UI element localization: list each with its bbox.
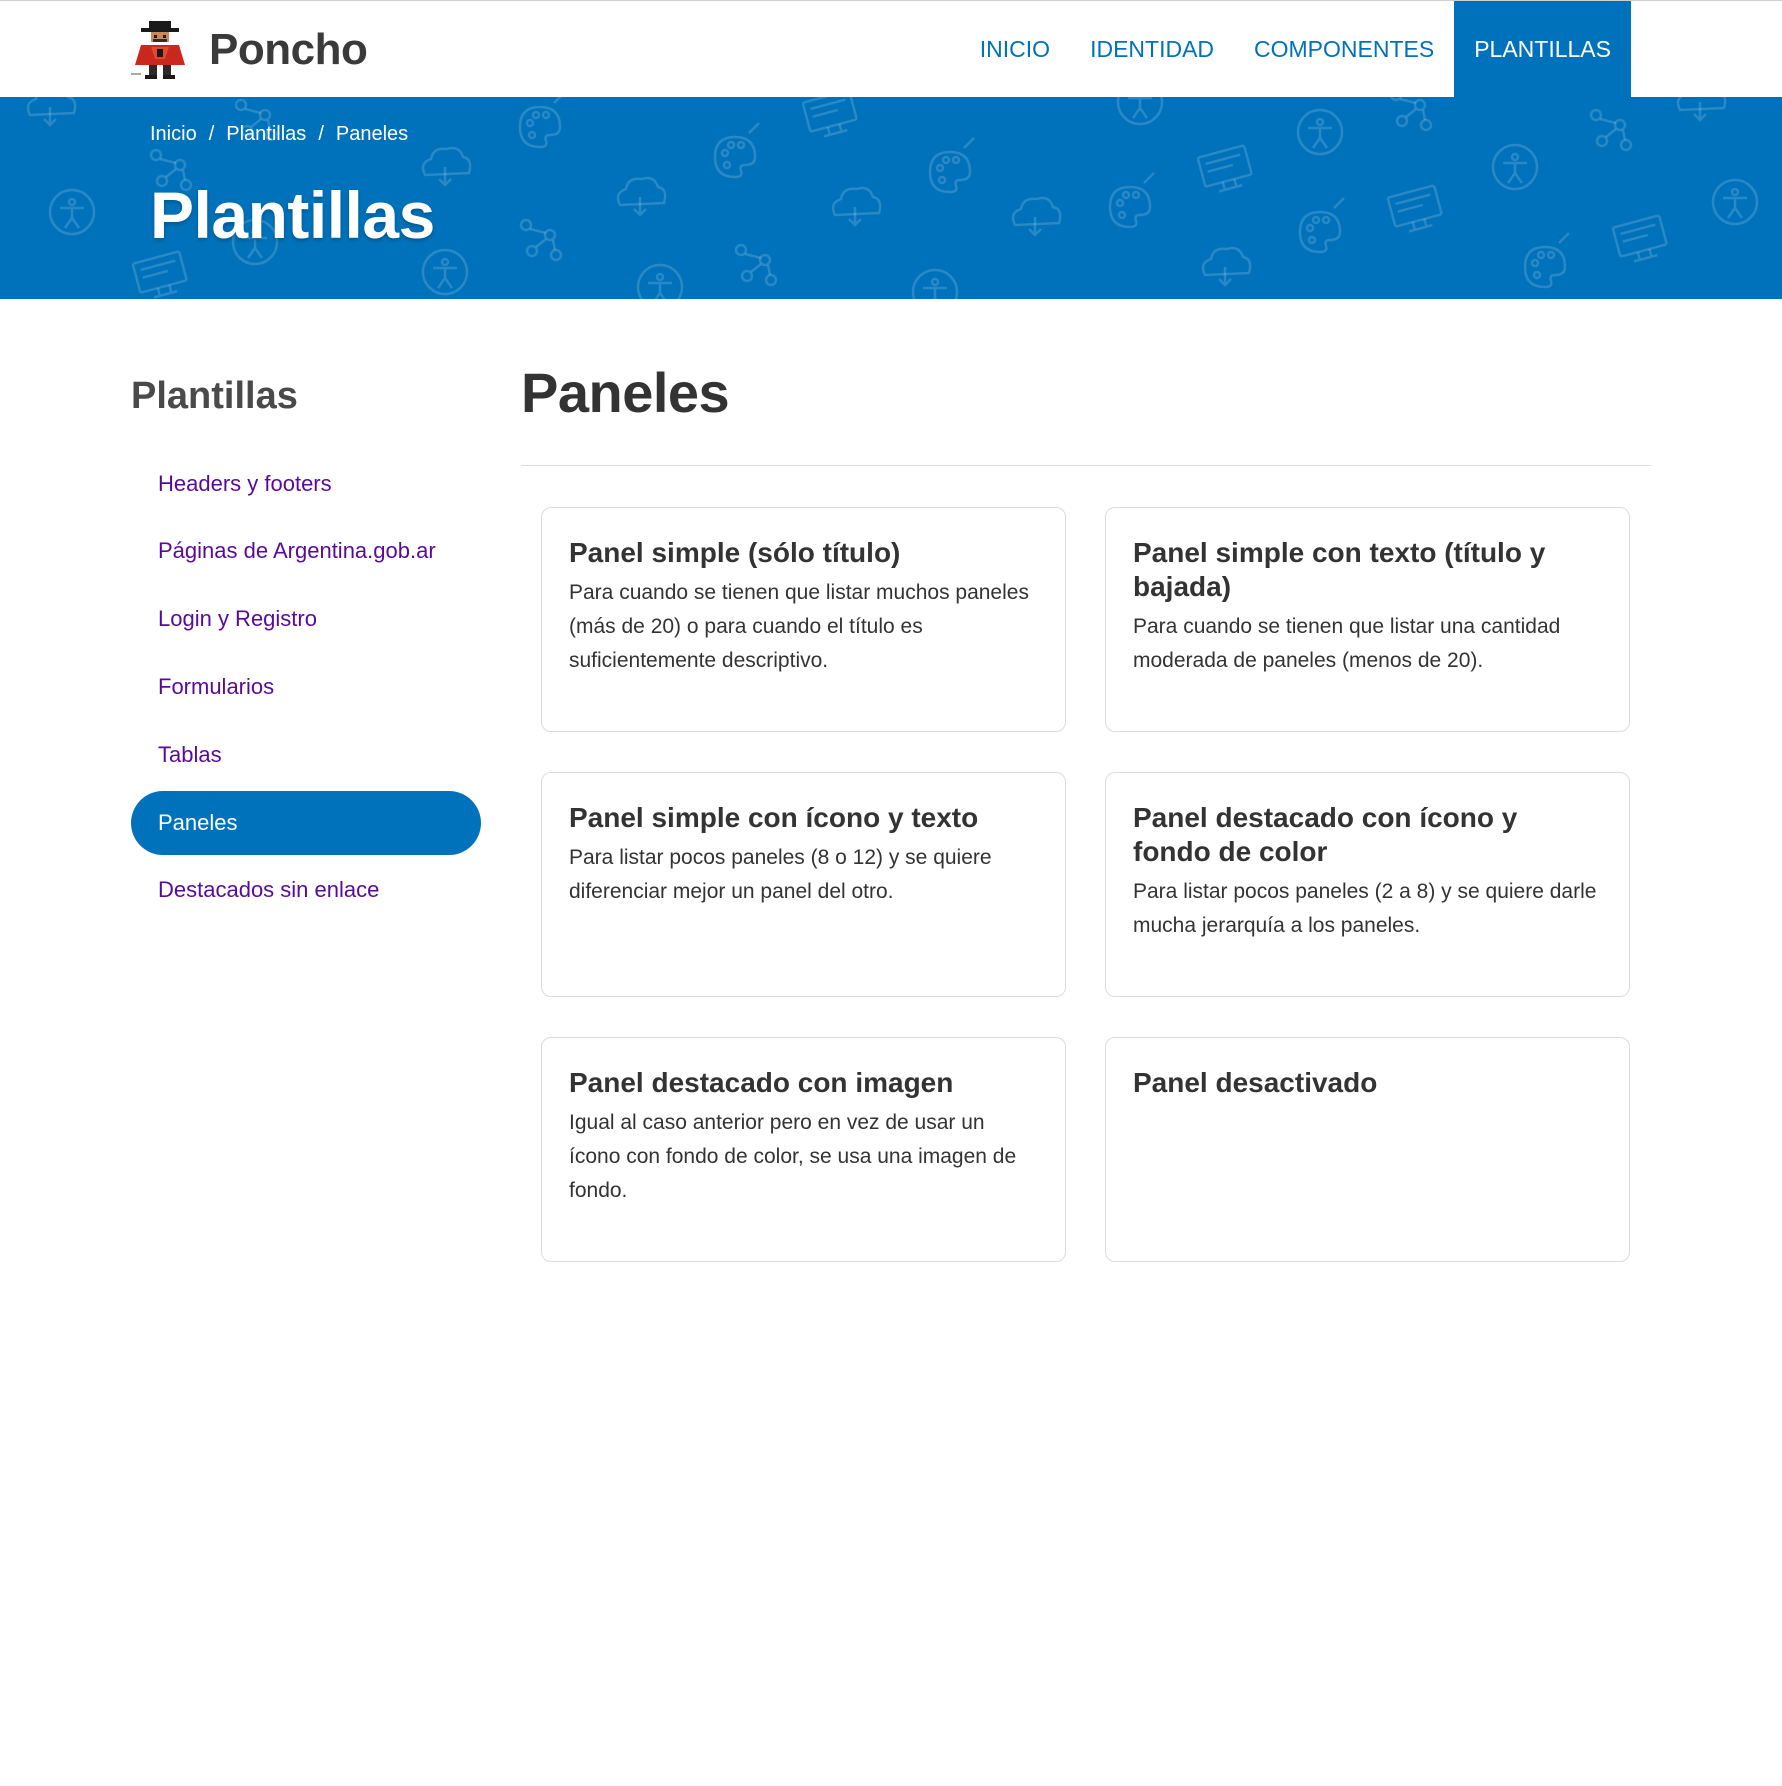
main-nav: INICIO IDENTIDAD COMPONENTES PLANTILLAS [960, 1, 1631, 98]
sidebar-item-formularios[interactable]: Formularios [131, 655, 481, 719]
sidebar-item-tablas[interactable]: Tablas [131, 723, 481, 787]
breadcrumb-separator: / [318, 123, 324, 145]
breadcrumb-item-plantillas[interactable]: Plantillas [226, 123, 306, 146]
panel-card-disabled[interactable]: Panel desactivado [1105, 1037, 1630, 1262]
nav-item-identidad[interactable]: IDENTIDAD [1070, 1, 1234, 98]
brand-name: Poncho [209, 25, 368, 74]
sidebar-item-paneles[interactable]: Paneles [131, 791, 481, 855]
panel-card[interactable]: Panel simple con ícono y texto Para list… [541, 772, 1066, 997]
panel-card[interactable]: Panel destacado con imagen Igual al caso… [541, 1037, 1066, 1262]
panel-card[interactable]: Panel simple (sólo título) Para cuando s… [541, 507, 1066, 732]
nav-item-inicio[interactable]: INICIO [960, 1, 1070, 98]
nav-item-plantillas[interactable]: PLANTILLAS [1454, 1, 1631, 98]
panel-title: Panel desactivado [1133, 1067, 1378, 1098]
sidebar-title: Plantillas [131, 375, 298, 417]
panel-text: Para listar pocos paneles (2 a 8) y se q… [1133, 880, 1597, 937]
hero-banner: Inicio / Plantillas / Paneles Plantillas [0, 97, 1782, 299]
page-title: Paneles [521, 361, 730, 424]
breadcrumb-separator: / [208, 123, 215, 145]
sidebar-item-login-registro[interactable]: Login y Registro [131, 587, 481, 651]
breadcrumb-item-current: Paneles [335, 123, 409, 145]
panel-title: Panel simple con ícono y texto [569, 802, 979, 833]
panel-title: Panel destacado con imagen [569, 1067, 954, 1098]
title-divider [521, 465, 1651, 466]
sidebar-item-paginas-argentina[interactable]: Páginas de Argentina.gob.ar [131, 519, 481, 583]
panel-text: Para listar pocos paneles (8 o 12) y se … [569, 846, 992, 903]
panel-title: Panel simple (sólo título) [569, 537, 901, 568]
top-navbar: Poncho INICIO IDENTIDAD COMPONENTES PLAN… [0, 0, 1782, 98]
sidebar-item-headers-footers[interactable]: Headers y footers [131, 452, 481, 516]
panel-title: Panel destacado con ícono y fondo de col… [1133, 802, 1518, 867]
brand-link[interactable]: Poncho [131, 19, 368, 81]
panel-card[interactable]: Panel destacado con ícono y fondo de col… [1105, 772, 1630, 997]
breadcrumb-item-inicio[interactable]: Inicio [150, 123, 197, 146]
panel-card[interactable]: Panel simple con texto (título y bajada)… [1105, 507, 1630, 732]
panel-title: Panel simple con texto (título y bajada) [1133, 537, 1546, 602]
sidebar-item-destacados[interactable]: Destacados sin enlace [131, 858, 481, 922]
sidebar: Plantillas [131, 375, 481, 435]
breadcrumb: Inicio / Plantillas / Paneles [150, 123, 408, 146]
panel-text: Para cuando se tienen que listar una can… [1133, 615, 1561, 672]
gaucho-mascot-icon [131, 21, 185, 79]
panel-text: Igual al caso anterior pero en vez de us… [569, 1111, 1017, 1202]
hero-title: Plantillas [150, 178, 435, 252]
nav-item-componentes[interactable]: COMPONENTES [1234, 1, 1454, 98]
panel-text: Para cuando se tienen que listar muchos … [569, 581, 1029, 672]
